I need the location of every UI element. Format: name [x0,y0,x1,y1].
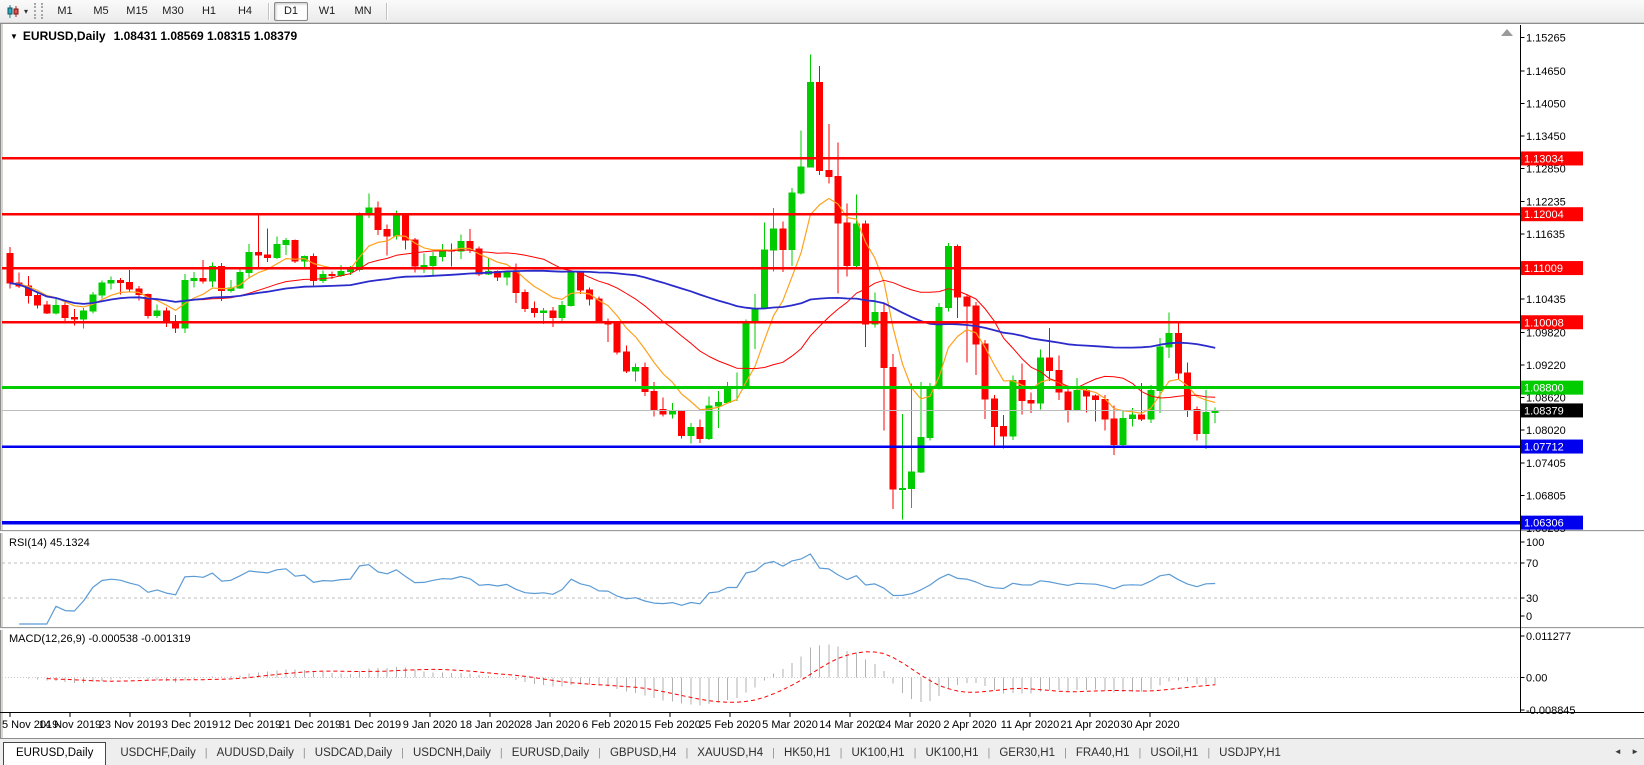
chart-type-button[interactable]: ▾ [6,3,28,20]
rsi-tick-label: 0 [1526,611,1532,623]
price-badge: 1.12004 [1524,209,1564,221]
rsi-tick-label: 100 [1526,537,1544,549]
tab-usdcnh-daily[interactable]: USDCNH,Daily [404,742,500,765]
date-label: 31 Dec 2019 [339,719,401,731]
date-label: 28 Jan 2020 [520,719,581,731]
tab-scroll-right-button[interactable]: ► [1631,747,1639,756]
date-label: 30 Apr 2020 [1120,719,1179,731]
date-label: 12 Dec 2019 [219,719,281,731]
price-badge: 1.13034 [1524,153,1564,165]
price-badge: 1.11009 [1524,263,1563,275]
date-label: 5 Mar 2020 [762,719,818,731]
rsi-tick-label: 70 [1526,558,1538,570]
timeframe-button-m30[interactable]: M30 [156,2,190,21]
tab-uk100-h1[interactable]: UK100,H1 [843,742,914,765]
price-chart[interactable]: 1.152651.146501.140501.134501.128501.122… [0,23,1644,738]
dropdown-caret-icon: ▾ [24,7,28,16]
toolbar-grip[interactable] [34,3,43,19]
mt4-window: ▾ M1M5M15M30H1H4 D1W1MN 1.15265 1.14650 1.1… [0,0,1644,765]
price-tick-label: 1.14650 [1526,66,1566,78]
price-tick-label: 1.14050 [1526,98,1566,110]
date-label: 14 Mar 2020 [819,719,881,731]
tab-usdchf-daily[interactable]: USDCHF,Daily [111,742,204,765]
price-tick-label: 1.12235 [1526,197,1566,209]
timeframe-button-m5[interactable]: M5 [84,2,118,21]
toolbar-separator [268,3,270,20]
tab-usoil-h1[interactable]: USOil,H1 [1141,742,1207,765]
timeframe-button-h4[interactable]: H4 [228,2,262,21]
rsi-indicator-label: RSI(14) 45.1324 [9,537,90,549]
tab-scroll-left-button[interactable]: ◄ [1614,747,1622,756]
price-badge: 1.06306 [1524,518,1564,530]
tab-usdjpy-h1[interactable]: USDJPY,H1 [1210,742,1290,765]
timeframe-button-m1[interactable]: M1 [48,2,82,21]
date-label: 23 Nov 2019 [99,719,161,731]
price-tick-label: 1.10435 [1526,294,1566,306]
date-label: 21 Dec 2019 [279,719,341,731]
date-label: 9 Jan 2020 [403,719,457,731]
rsi-tick-label: 30 [1526,593,1538,605]
price-badge: 1.08379 [1524,405,1564,417]
toolbar-separator [386,3,388,20]
date-label: 18 Jan 2020 [460,719,521,731]
date-label: 24 Mar 2020 [879,719,941,731]
date-label: 21 Apr 2020 [1060,719,1119,731]
date-label: 14 Nov 2019 [39,719,101,731]
price-tick-label: 1.06805 [1526,491,1566,503]
price-tick-label: 1.15265 [1526,33,1566,45]
macd-indicator-label: MACD(12,26,9) -0.000538 -0.001319 [9,633,191,645]
tab-hk50-h1[interactable]: HK50,H1 [775,742,840,765]
timeframe-button-d1[interactable]: D1 [274,2,308,21]
timeframe-buttons: M1M5M15M30H1H4 D1W1MN [48,2,392,21]
timeframe-button-h1[interactable]: H1 [192,2,226,21]
date-label: 6 Feb 2020 [582,719,638,731]
price-tick-label: 1.08020 [1526,425,1566,437]
tab-xauusd-h4[interactable]: XAUUSD,H4 [688,742,772,765]
price-tick-label: 1.13450 [1526,131,1566,143]
tab-eurusd-daily[interactable]: EURUSD,Daily [503,742,598,765]
date-label: 25 Feb 2020 [699,719,761,731]
chart-tab-bar: EURUSD,DailyUSDCHF,Daily|AUDUSD,Daily|US… [0,738,1644,765]
tab-scroll-buttons: ◄ ► [1607,747,1639,756]
collapse-chart-icon[interactable]: ▼ [10,32,18,41]
candlestick-chart-icon [6,4,21,19]
tab-eurusd-daily[interactable]: EURUSD,Daily [3,742,106,765]
chart-title-bar: ▼ EURUSD,Daily 1.08431 1.08569 1.08315 1.0… [10,29,297,43]
price-badge: 1.07712 [1524,442,1564,454]
macd-tick-label: 0.00 [1526,672,1547,684]
price-tick-label: 1.09220 [1526,360,1566,372]
macd-tick-label: -0.008845 [1526,705,1576,717]
date-label: 2 Apr 2020 [943,719,996,731]
date-label: 3 Dec 2019 [162,719,218,731]
tab-gbpusd-h4[interactable]: GBPUSD,H4 [601,742,685,765]
timeframe-button-w1[interactable]: W1 [310,2,344,21]
price-tick-label: 1.11635 [1526,229,1565,241]
tab-usdcad-daily[interactable]: USDCAD,Daily [306,742,401,765]
ohlc-readout: 1.08431 1.08569 1.08315 1.08379 [114,29,298,43]
tab-fra40-h1[interactable]: FRA40,H1 [1067,742,1139,765]
tab-ger30-h1[interactable]: GER30,H1 [990,742,1064,765]
tab-audusd-daily[interactable]: AUDUSD,Daily [208,742,303,765]
tab-uk100-h1[interactable]: UK100,H1 [916,742,987,765]
chart-title: EURUSD,Daily [23,29,106,43]
macd-tick-label: 0.011277 [1526,631,1571,643]
date-label: 15 Feb 2020 [639,719,701,731]
timeframe-button-mn[interactable]: MN [346,2,380,21]
price-badge: 1.10008 [1524,317,1564,329]
timeframe-toolbar: ▾ M1M5M15M30H1H4 D1W1MN [0,0,1644,23]
date-label: 11 Apr 2020 [1001,719,1060,731]
price-tick-label: 1.07405 [1526,458,1566,470]
price-badge: 1.08800 [1524,383,1564,395]
timeframe-button-m15[interactable]: M15 [120,2,154,21]
